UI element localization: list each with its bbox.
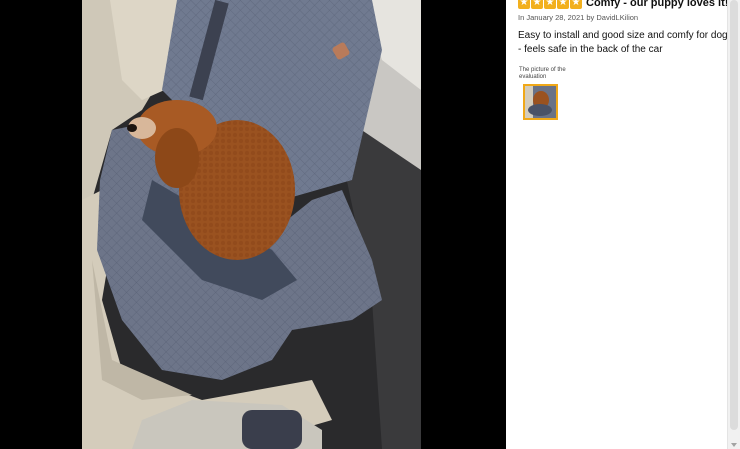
review-photo-thumbnail[interactable] — [523, 84, 558, 120]
photo-viewer — [0, 0, 506, 449]
review-photo — [82, 0, 421, 449]
star-icon: ★ — [570, 0, 582, 9]
review-title: Comfy - our puppy loves it! — [586, 0, 727, 9]
star-icon: ★ — [557, 0, 569, 9]
review-body: Easy to install and good size and comfy … — [518, 30, 727, 55]
review-meta: In January 28, 2021 by DavidLKilion — [518, 13, 639, 22]
review-panel: ★ ★ ★ ★ ★ Comfy - our puppy loves it! In… — [506, 0, 727, 449]
scrollbar-thumb[interactable] — [730, 0, 738, 430]
star-icon: ★ — [531, 0, 543, 9]
picture-caption: The picture of the evaluation — [519, 67, 566, 80]
star-icon: ★ — [544, 0, 556, 9]
thumbnail-image — [525, 86, 556, 118]
review-header: ★ ★ ★ ★ ★ Comfy - our puppy loves it! — [518, 0, 727, 9]
star-rating: ★ ★ ★ ★ ★ — [518, 0, 582, 9]
scrollbar[interactable] — [727, 0, 740, 449]
scroll-down-arrow-icon[interactable] — [731, 443, 737, 447]
star-icon: ★ — [518, 0, 530, 9]
